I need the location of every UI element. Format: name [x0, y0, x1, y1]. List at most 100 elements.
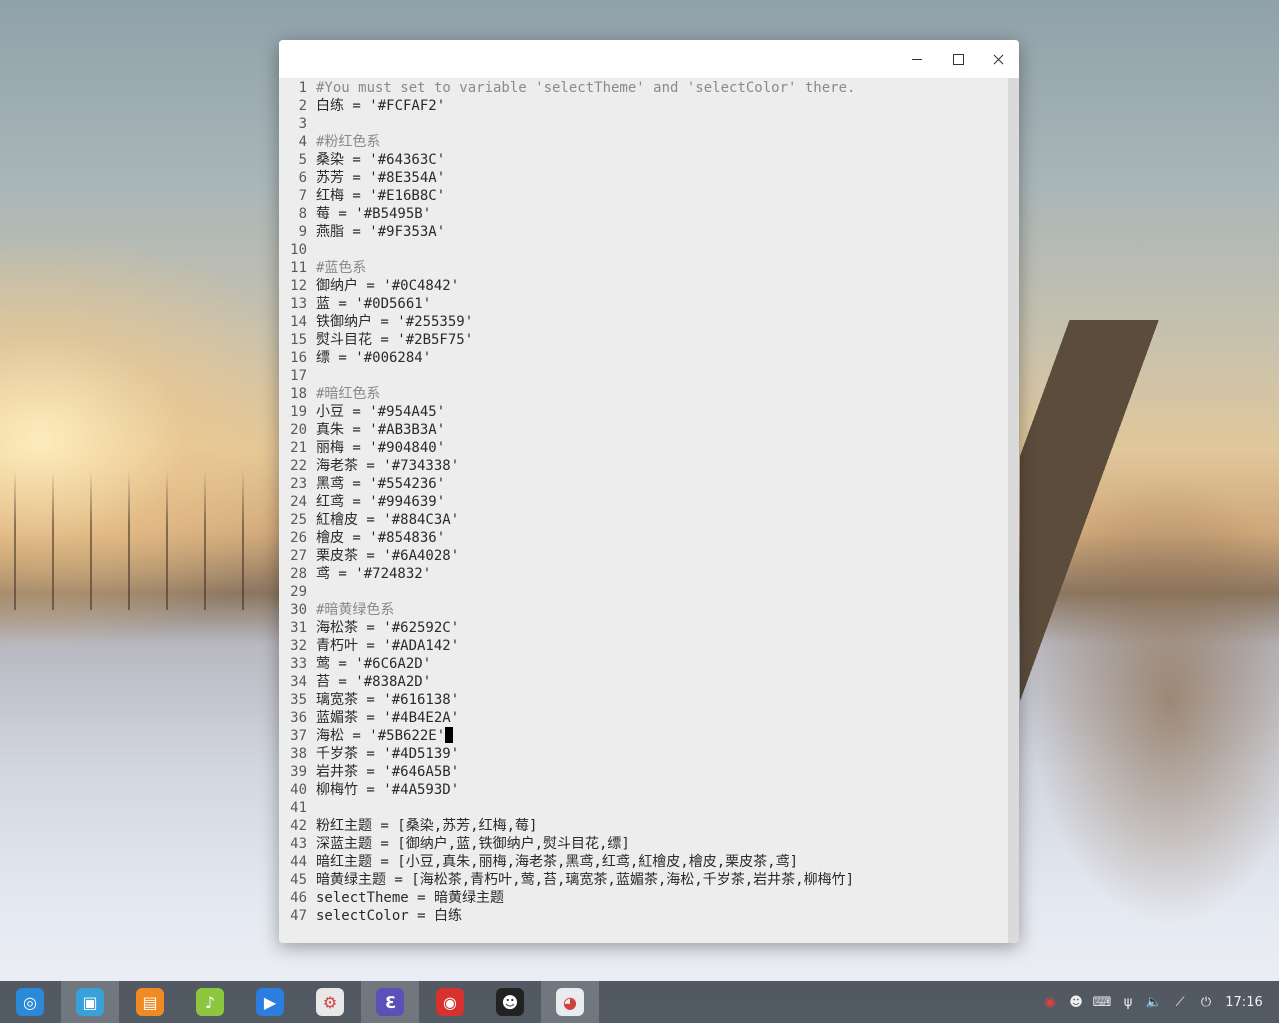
code-line[interactable]: 20 真朱 = '#AB3B3A' — [279, 421, 855, 439]
line-number: 11 — [290, 260, 307, 276]
power-icon[interactable]: ⏻ — [1196, 981, 1216, 1023]
minimize-button[interactable] — [897, 44, 937, 74]
usb-icon[interactable]: ψ — [1118, 981, 1138, 1023]
code-text: 海老茶 = '#734338' — [307, 457, 459, 475]
code-line[interactable]: 2 白练 = '#FCFAF2' — [279, 97, 855, 115]
taskbar-app-music[interactable]: ♪ — [181, 981, 239, 1023]
code-text: 真朱 = '#AB3B3A' — [307, 421, 445, 439]
desktop-wallpaper-post — [1020, 320, 1279, 970]
code-line[interactable]: 22 海老茶 = '#734338' — [279, 457, 855, 475]
code-line[interactable]: 42 粉红主题 = [桑染,苏芳,红梅,莓] — [279, 817, 855, 835]
code-line[interactable]: 16 缥 = '#006284' — [279, 349, 855, 367]
close-button[interactable] — [978, 44, 1018, 74]
code-line[interactable]: 36 蓝媚茶 = '#4B4E2A' — [279, 709, 855, 727]
taskbar-app-settings[interactable]: ⚙ — [301, 981, 359, 1023]
code-line[interactable]: 7 红梅 = '#E16B8C' — [279, 187, 855, 205]
code-text: 千岁茶 = '#4D5139' — [307, 745, 459, 763]
taskbar-app-editor[interactable]: ℇ — [361, 981, 419, 1023]
line-number: 14 — [290, 314, 307, 330]
code-line[interactable]: 39 岩井茶 = '#646A5B' — [279, 763, 855, 781]
code-line[interactable]: 25 紅檜皮 = '#884C3A' — [279, 511, 855, 529]
chrome-icon: ◕ — [556, 988, 584, 1016]
music-icon: ♪ — [196, 988, 224, 1016]
code-line[interactable]: 46 selectTheme = 暗黄绿主题 — [279, 889, 855, 907]
code-line[interactable]: 45 暗黄绿主题 = [海松茶,青朽叶,莺,苔,璃宽茶,蓝媚茶,海松,千岁茶,岩井… — [279, 871, 855, 889]
keyboard-icon[interactable]: ⌨ — [1092, 981, 1112, 1023]
file-manager-icon: ▣ — [76, 988, 104, 1016]
text-editor-area[interactable]: 1 #You must set to variable 'selectTheme'… — [279, 78, 1008, 943]
code-line[interactable]: 38 千岁茶 = '#4D5139' — [279, 745, 855, 763]
code-comment: #暗黄绿色系 — [307, 601, 394, 619]
code-line[interactable]: 1 #You must set to variable 'selectTheme'… — [279, 79, 856, 97]
code-line[interactable]: 8 莓 = '#B5495B' — [279, 205, 855, 223]
code-line[interactable]: 47 selectColor = 白练 — [279, 907, 855, 925]
code-line[interactable]: 11 #蓝色系 — [279, 259, 855, 277]
code-text: 桑染 = '#64363C' — [307, 151, 445, 169]
code-line[interactable]: 30 #暗黄绿色系 — [279, 601, 855, 619]
code-line[interactable]: 27 栗皮茶 = '#6A4028' — [279, 547, 855, 565]
code-line[interactable]: 19 小豆 = '#954A45' — [279, 403, 855, 421]
line-number: 2 — [298, 98, 307, 114]
line-text: 青朽叶 = '#ADA142' — [316, 638, 460, 654]
taskbar-app-qq[interactable]: ☻ — [481, 981, 539, 1023]
line-text: 缥 = '#006284' — [316, 350, 432, 366]
code-line[interactable]: 28 鸢 = '#724832' — [279, 565, 855, 583]
line-text: 苏芳 = '#8E354A' — [316, 170, 446, 186]
line-text: 熨斗目花 = '#2B5F75' — [316, 332, 474, 348]
taskbar-app-video[interactable]: ▶ — [241, 981, 299, 1023]
code-line[interactable]: 13 蓝 = '#0D5661' — [279, 295, 855, 313]
code-line[interactable]: 23 黑鸢 = '#554236' — [279, 475, 855, 493]
taskbar-app-file-manager[interactable]: ▣ — [61, 981, 119, 1023]
code-line[interactable]: 10 — [279, 241, 855, 259]
code-line[interactable]: 18 #暗红色系 — [279, 385, 855, 403]
taskbar-app-chrome[interactable]: ◕ — [541, 981, 599, 1023]
code-line[interactable]: 24 红鸢 = '#994639' — [279, 493, 855, 511]
volume-icon[interactable]: 🔈 — [1144, 981, 1164, 1023]
code-line[interactable]: 34 苔 = '#838A2D' — [279, 673, 855, 691]
code-line[interactable]: 35 璃宽茶 = '#616138' — [279, 691, 855, 709]
code-line[interactable]: 17 — [279, 367, 855, 385]
code-text: 海松茶 = '#62592C' — [307, 619, 459, 637]
code-line[interactable]: 14 铁御纳户 = '#255359' — [279, 313, 855, 331]
code-line[interactable]: 6 苏芳 = '#8E354A' — [279, 169, 855, 187]
code-line[interactable]: 21 丽梅 = '#904840' — [279, 439, 855, 457]
code-line[interactable]: 32 青朽叶 = '#ADA142' — [279, 637, 855, 655]
line-text: 莺 = '#6C6A2D' — [316, 656, 432, 672]
code-line[interactable]: 44 暗红主题 = [小豆,真朱,丽梅,海老茶,黑鸢,红鸢,紅檜皮,檜皮,栗皮茶,… — [279, 853, 855, 871]
code-line[interactable]: 41 — [279, 799, 855, 817]
maximize-button[interactable] — [938, 44, 978, 74]
taskbar-app-app-store[interactable]: ▤ — [121, 981, 179, 1023]
code-text: 蓝 = '#0D5661' — [307, 295, 431, 313]
clock[interactable]: 17:16 — [1216, 981, 1272, 1023]
taskbar-app-netease-music[interactable]: ◉ — [421, 981, 479, 1023]
code-text: 暗黄绿主题 = [海松茶,青朽叶,莺,苔,璃宽茶,蓝媚茶,海松,千岁茶,岩井茶,… — [307, 871, 854, 889]
code-line[interactable]: 31 海松茶 = '#62592C' — [279, 619, 855, 637]
code-line[interactable]: 37 海松 = '#5B622E' — [279, 727, 855, 745]
code-comment: #粉红色系 — [307, 133, 380, 151]
line-number: 46 — [290, 890, 307, 906]
code-text: 暗红主题 = [小豆,真朱,丽梅,海老茶,黑鸢,红鸢,紅檜皮,檜皮,栗皮茶,鸢] — [307, 853, 798, 871]
netease-tray-icon[interactable]: ◉ — [1040, 981, 1060, 1023]
code-line[interactable]: 26 檜皮 = '#854836' — [279, 529, 855, 547]
code-text: selectColor = 白练 — [307, 907, 462, 925]
window-titlebar[interactable] — [279, 40, 1019, 78]
code-line[interactable]: 12 御纳户 = '#0C4842' — [279, 277, 855, 295]
code-line[interactable]: 3 — [279, 115, 855, 133]
code-line[interactable]: 43 深蓝主题 = [御纳户,蓝,铁御纳户,熨斗目花,缥] — [279, 835, 855, 853]
line-text: #暗黄绿色系 — [316, 602, 395, 618]
code-line[interactable]: 29 — [279, 583, 855, 601]
taskbar-app-launcher[interactable]: ◎ — [1, 981, 59, 1023]
code-line[interactable]: 5 桑染 = '#64363C' — [279, 151, 855, 169]
qq-tray-icon[interactable]: ☻ — [1066, 981, 1086, 1023]
code-line[interactable]: 15 熨斗目花 = '#2B5F75' — [279, 331, 855, 349]
code-line[interactable]: 33 莺 = '#6C6A2D' — [279, 655, 855, 673]
line-text: 红鸢 = '#994639' — [316, 494, 446, 510]
horizontal-scrollbar[interactable] — [279, 929, 1008, 943]
vertical-scrollbar[interactable] — [1008, 78, 1019, 943]
line-number: 32 — [290, 638, 307, 654]
code-line[interactable]: 9 燕脂 = '#9F353A' — [279, 223, 855, 241]
code-line[interactable]: 4 #粉红色系 — [279, 133, 855, 151]
code-line[interactable]: 40 柳梅竹 = '#4A593D' — [279, 781, 855, 799]
network-icon[interactable]: ⟋ — [1170, 981, 1190, 1023]
line-text: 深蓝主题 = [御纳户,蓝,铁御纳户,熨斗目花,缥] — [316, 836, 630, 852]
